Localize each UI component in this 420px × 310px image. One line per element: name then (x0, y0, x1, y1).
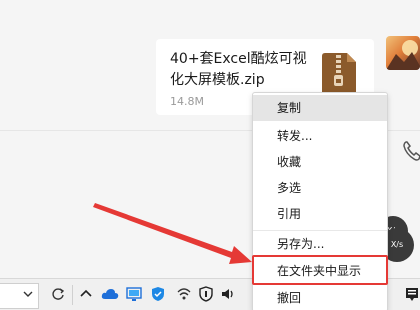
menu-item-quote[interactable]: 引用 (253, 201, 387, 227)
menu-item-copy[interactable]: 复制 (253, 95, 387, 121)
menu-item-multi-select[interactable]: 多选 (253, 175, 387, 201)
phone-icon[interactable] (402, 140, 420, 162)
menu-item-recall[interactable]: 撤回 (253, 285, 387, 310)
shield-icon[interactable] (150, 286, 166, 302)
network-monitor-icon[interactable] (126, 286, 142, 302)
speech-label-2: X/s (390, 240, 404, 249)
volume-icon[interactable] (220, 286, 236, 302)
zip-file-icon (322, 53, 356, 97)
taskbar-separator (72, 285, 73, 305)
menu-item-favorite[interactable]: 收藏 (253, 149, 387, 175)
highlight-box (252, 255, 388, 285)
file-name: 40+套Excel酷炫可视化大屏模板.zip (170, 51, 307, 88)
refresh-icon[interactable] (50, 286, 66, 302)
chevron-up-icon[interactable] (78, 286, 94, 302)
menu-item-save-as[interactable]: 另存为... (253, 231, 387, 257)
menu-item-forward[interactable]: 转发... (253, 123, 387, 149)
security-icon[interactable] (198, 286, 214, 302)
screen: 40+套Excel酷炫可视化大屏模板.zip 14.8M X/s 复制 转发..… (0, 0, 420, 310)
cloud-icon[interactable] (100, 286, 120, 302)
file-size: 14.8M (170, 95, 204, 108)
avatar[interactable] (386, 36, 420, 70)
chevron-down-icon[interactable] (20, 286, 36, 302)
notification-icon[interactable] (404, 286, 420, 302)
wifi-icon[interactable] (176, 286, 192, 302)
